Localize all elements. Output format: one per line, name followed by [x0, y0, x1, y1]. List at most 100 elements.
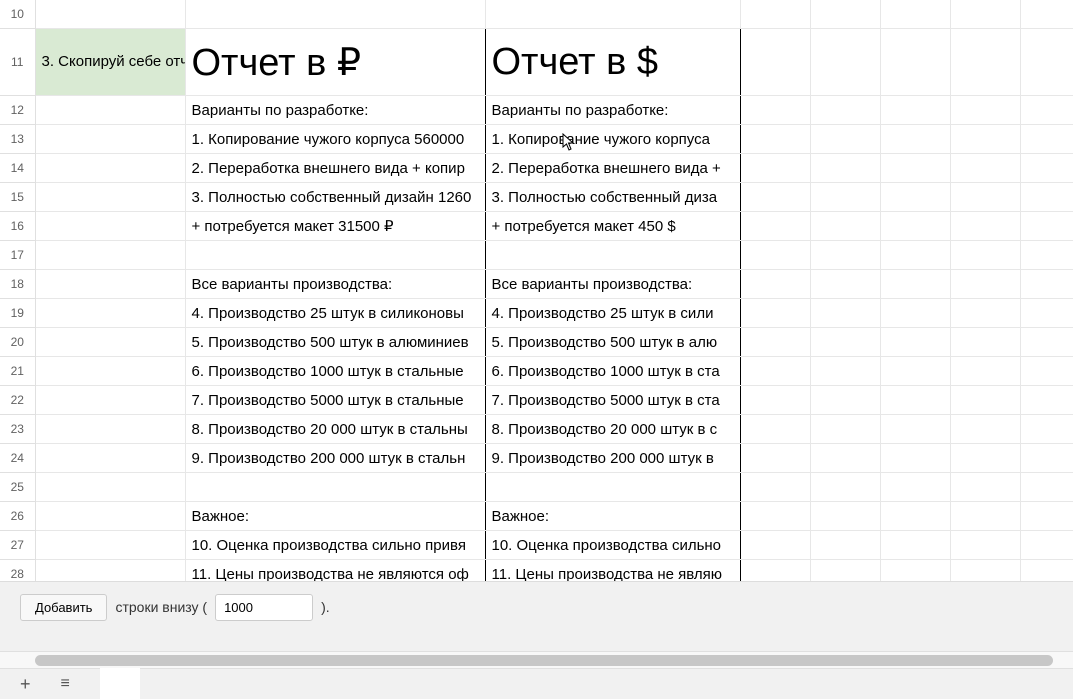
cell[interactable]	[950, 29, 1020, 96]
report-rub-line[interactable]: 9. Производство 200 000 штук в стальн	[185, 444, 485, 473]
sheet-tab-active[interactable]	[100, 668, 140, 699]
cell[interactable]	[880, 125, 950, 154]
cell[interactable]	[35, 154, 185, 183]
add-rows-button[interactable]: Добавить	[20, 594, 107, 621]
cell[interactable]	[35, 299, 185, 328]
cell[interactable]	[950, 531, 1020, 560]
cell[interactable]	[810, 183, 880, 212]
cell[interactable]	[35, 183, 185, 212]
cell[interactable]	[1020, 473, 1073, 502]
report-usd-line[interactable]: 3. Полностью собственный диза	[485, 183, 740, 212]
report-usd-line[interactable]: 8. Производство 20 000 штук в с	[485, 415, 740, 444]
cell[interactable]	[1020, 357, 1073, 386]
cell[interactable]	[1020, 212, 1073, 241]
cell[interactable]	[740, 29, 810, 96]
cell[interactable]	[35, 502, 185, 531]
cell[interactable]	[950, 183, 1020, 212]
cell[interactable]	[740, 299, 810, 328]
cell[interactable]	[35, 328, 185, 357]
cell[interactable]	[1020, 328, 1073, 357]
cell[interactable]	[810, 473, 880, 502]
cell[interactable]	[1020, 415, 1073, 444]
row-header[interactable]: 25	[0, 473, 35, 502]
cell[interactable]	[485, 0, 740, 29]
report-rub-line[interactable]: 10. Оценка производства сильно привя	[185, 531, 485, 560]
cell[interactable]	[950, 357, 1020, 386]
cell[interactable]	[1020, 29, 1073, 96]
cell[interactable]	[1020, 183, 1073, 212]
cell[interactable]	[810, 154, 880, 183]
report-rub-line[interactable]: 3. Полностью собственный дизайн 1260	[185, 183, 485, 212]
report-rub-line[interactable]: Важное:	[185, 502, 485, 531]
add-sheet-icon[interactable]: +	[20, 674, 31, 695]
cell[interactable]	[740, 328, 810, 357]
cell[interactable]	[810, 0, 880, 29]
cell[interactable]	[1020, 444, 1073, 473]
cell[interactable]	[880, 560, 950, 581]
cell[interactable]	[740, 154, 810, 183]
cell[interactable]	[880, 241, 950, 270]
report-rub-line[interactable]	[185, 241, 485, 270]
report-usd-line[interactable]	[485, 241, 740, 270]
cell[interactable]	[740, 241, 810, 270]
report-rub-line[interactable]: 1. Копирование чужого корпуса 560000	[185, 125, 485, 154]
report-usd-title-cell[interactable]: Отчет в $	[485, 29, 740, 96]
report-usd-line[interactable]: 2. Переработка внешнего вида +	[485, 154, 740, 183]
cell[interactable]	[950, 386, 1020, 415]
row-header[interactable]: 27	[0, 531, 35, 560]
cell[interactable]	[1020, 96, 1073, 125]
cell[interactable]	[810, 125, 880, 154]
report-usd-line[interactable]: Все варианты производства:	[485, 270, 740, 299]
report-rub-line[interactable]	[185, 473, 485, 502]
report-usd-line[interactable]: 11. Цены производства не являю	[485, 560, 740, 581]
cell[interactable]	[880, 357, 950, 386]
cell[interactable]	[35, 473, 185, 502]
cell[interactable]	[950, 241, 1020, 270]
cell[interactable]	[185, 0, 485, 29]
report-usd-line[interactable]	[485, 473, 740, 502]
row-header[interactable]: 28	[0, 560, 35, 581]
cell[interactable]	[740, 415, 810, 444]
row-header[interactable]: 10	[0, 0, 35, 29]
cell[interactable]	[950, 0, 1020, 29]
cell[interactable]	[950, 125, 1020, 154]
scrollbar-thumb[interactable]	[35, 655, 1053, 666]
row-header[interactable]: 23	[0, 415, 35, 444]
report-usd-line[interactable]: 5. Производство 500 штук в алю	[485, 328, 740, 357]
cell[interactable]	[950, 212, 1020, 241]
cell[interactable]	[810, 415, 880, 444]
cell[interactable]	[740, 96, 810, 125]
cell[interactable]	[950, 328, 1020, 357]
cell[interactable]	[880, 328, 950, 357]
cell[interactable]	[880, 0, 950, 29]
cell[interactable]	[810, 444, 880, 473]
cell[interactable]	[1020, 386, 1073, 415]
cell[interactable]	[35, 96, 185, 125]
report-rub-line[interactable]: + потребуется макет 31500 ₽	[185, 212, 485, 241]
report-rub-line[interactable]: 2. Переработка внешнего вида + копир	[185, 154, 485, 183]
cell[interactable]	[35, 270, 185, 299]
cell[interactable]	[950, 415, 1020, 444]
report-usd-line[interactable]: 4. Производство 25 штук в сили	[485, 299, 740, 328]
cell[interactable]	[950, 299, 1020, 328]
cell[interactable]	[1020, 502, 1073, 531]
row-header[interactable]: 15	[0, 183, 35, 212]
cell[interactable]	[1020, 531, 1073, 560]
cell[interactable]	[810, 270, 880, 299]
copy-instruction-cell[interactable]: 3. Скопируй себе отчет в нужной валюте →	[35, 29, 185, 96]
report-rub-line[interactable]: Варианты по разработке:	[185, 96, 485, 125]
cell[interactable]	[880, 154, 950, 183]
cell[interactable]	[740, 560, 810, 581]
all-sheets-icon[interactable]: ≡	[61, 675, 70, 693]
report-rub-line[interactable]: Все варианты производства:	[185, 270, 485, 299]
cell[interactable]	[880, 502, 950, 531]
cell[interactable]	[1020, 154, 1073, 183]
row-header[interactable]: 19	[0, 299, 35, 328]
cell[interactable]	[880, 473, 950, 502]
report-rub-line[interactable]: 5. Производство 500 штук в алюминиев	[185, 328, 485, 357]
cell[interactable]	[810, 212, 880, 241]
report-rub-line[interactable]: 8. Производство 20 000 штук в стальны	[185, 415, 485, 444]
report-usd-line[interactable]: 1. Копирование чужого корпуса	[485, 125, 740, 154]
row-header[interactable]: 17	[0, 241, 35, 270]
report-rub-line[interactable]: 4. Производство 25 штук в силиконовы	[185, 299, 485, 328]
